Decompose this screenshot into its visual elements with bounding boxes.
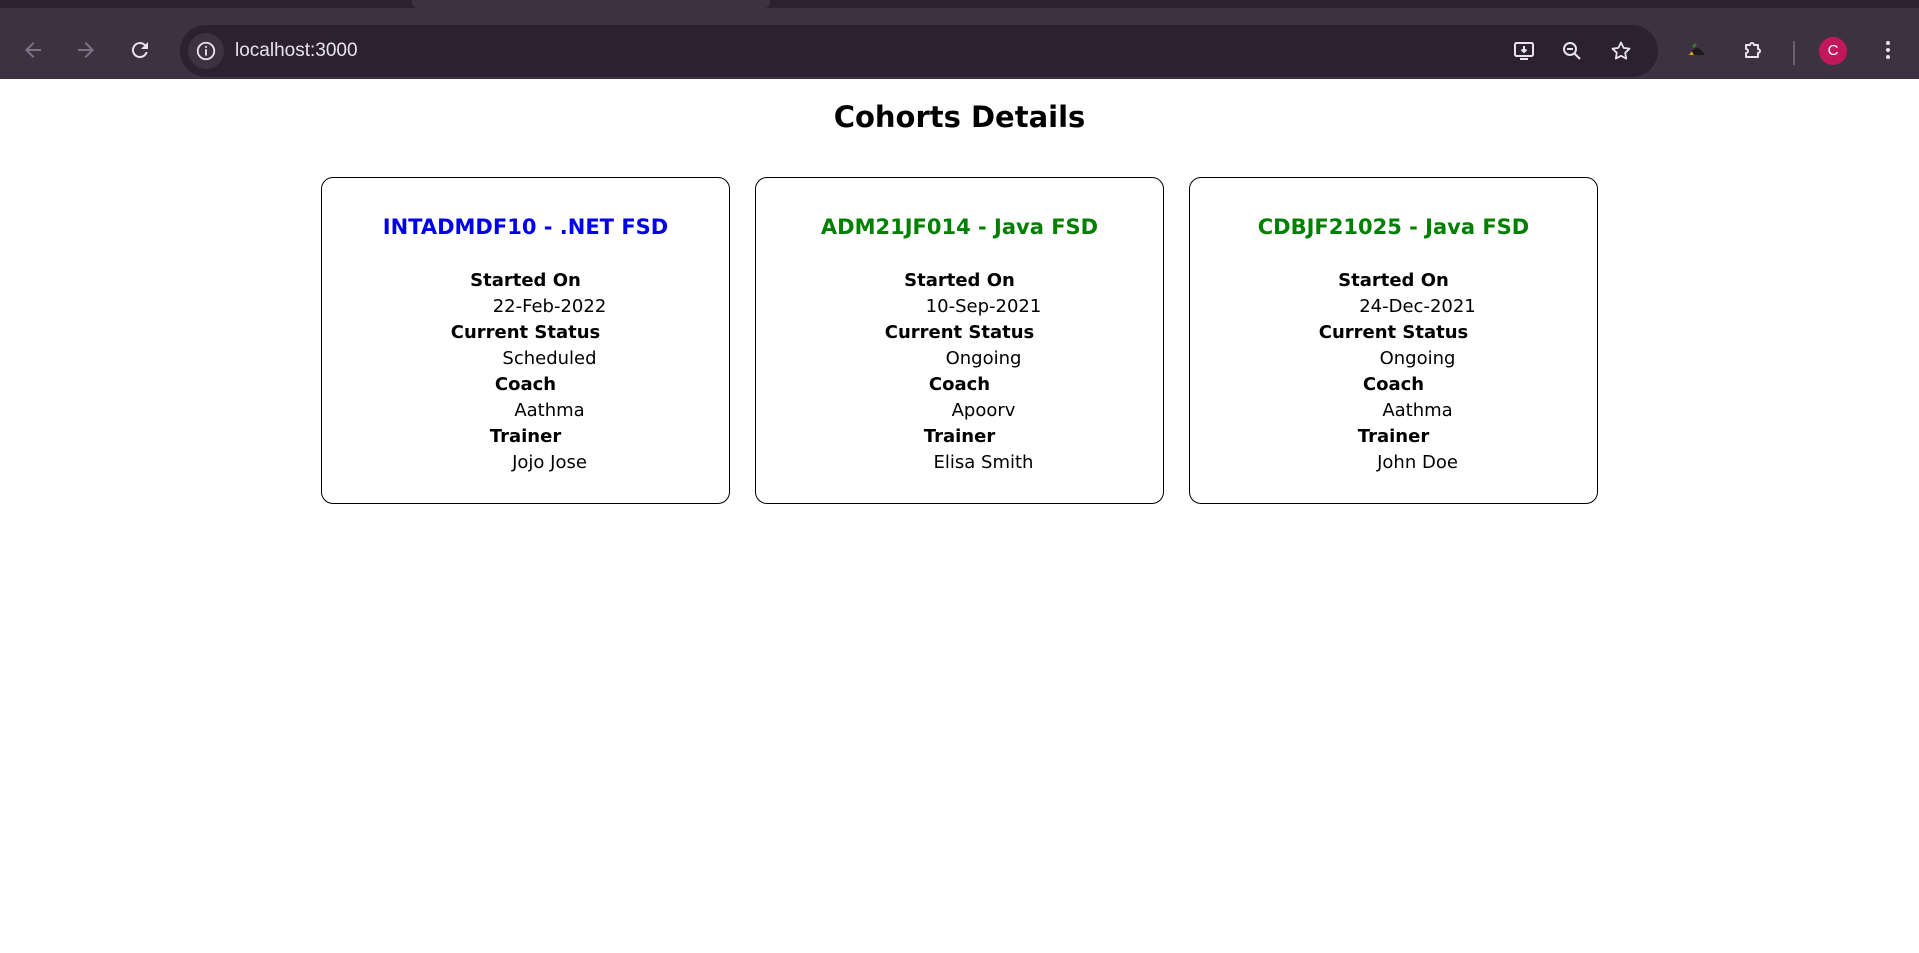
current-status-value: Scheduled <box>502 348 597 369</box>
cohort-card: ADM21JF014 - Java FSD Started On 10-Sep-… <box>755 177 1164 504</box>
extension-icon[interactable] <box>1677 30 1717 70</box>
url-text[interactable]: localhost:3000 <box>235 25 358 77</box>
browser-toolbar: localhost:3000 C <box>0 8 1919 79</box>
trainer-label: Trainer <box>489 426 562 447</box>
trainer-value: Jojo Jose <box>512 452 587 473</box>
coach-value: Aathma <box>514 400 585 421</box>
cohort-technology: Java FSD <box>1425 215 1530 239</box>
page-title: Cohorts Details <box>833 100 1086 134</box>
extensions-puzzle-icon[interactable] <box>1733 30 1773 70</box>
cohort-title: INTADMDF10 - .NET FSD <box>322 215 729 239</box>
started-on-value: 22-Feb-2022 <box>492 296 607 317</box>
cohort-card: CDBJF21025 - Java FSD Started On 24-Dec-… <box>1189 177 1598 504</box>
profile-avatar[interactable]: C <box>1819 37 1847 65</box>
toolbar-divider <box>1793 41 1795 65</box>
install-app-icon[interactable] <box>1506 33 1542 69</box>
cohort-details: Started On 22-Feb-2022 Current Status Sc… <box>322 268 729 476</box>
started-on-value: 10-Sep-2021 <box>925 296 1042 317</box>
trainer-label: Trainer <box>923 426 996 447</box>
cohort-details: Started On 24-Dec-2021 Current Status On… <box>1190 268 1597 476</box>
menu-kebab-icon[interactable] <box>1868 30 1908 70</box>
coach-value: Apoorv <box>951 400 1016 421</box>
started-on-value: 24-Dec-2021 <box>1359 296 1476 317</box>
cohort-technology: .NET FSD <box>559 215 669 239</box>
cohort-title: CDBJF21025 - Java FSD <box>1190 215 1597 239</box>
title-separator: - <box>536 215 560 239</box>
bookmark-star-icon[interactable] <box>1603 33 1639 69</box>
site-info-icon[interactable] <box>188 33 224 69</box>
forward-arrow-icon[interactable] <box>66 30 106 70</box>
back-arrow-icon[interactable] <box>13 30 53 70</box>
current-status-value: Ongoing <box>1379 348 1456 369</box>
title-separator: - <box>970 215 995 239</box>
current-status-label: Current Status <box>450 322 601 343</box>
zoom-out-icon[interactable] <box>1554 33 1590 69</box>
cohort-code: ADM21JF014 <box>820 215 971 239</box>
cohort-code: INTADMDF10 <box>382 215 537 239</box>
current-status-value: Ongoing <box>945 348 1022 369</box>
trainer-label: Trainer <box>1357 426 1430 447</box>
coach-label: Coach <box>494 374 557 395</box>
trainer-value: John Doe <box>1377 452 1458 473</box>
active-tab[interactable] <box>412 0 770 8</box>
address-bar[interactable]: localhost:3000 <box>180 25 1658 77</box>
cohort-card: INTADMDF10 - .NET FSD Started On 22-Feb-… <box>321 177 730 504</box>
coach-label: Coach <box>1362 374 1425 395</box>
reload-icon[interactable] <box>120 30 160 70</box>
cohort-technology: Java FSD <box>994 215 1099 239</box>
title-separator: - <box>1401 215 1426 239</box>
cohort-title: ADM21JF014 - Java FSD <box>756 215 1163 239</box>
trainer-value: Elisa Smith <box>933 452 1034 473</box>
coach-value: Aathma <box>1382 400 1453 421</box>
cohort-code: CDBJF21025 <box>1257 215 1402 239</box>
current-status-label: Current Status <box>1318 322 1469 343</box>
current-status-label: Current Status <box>884 322 1035 343</box>
tab-strip <box>0 0 1919 8</box>
cohort-details: Started On 10-Sep-2021 Current Status On… <box>756 268 1163 476</box>
started-on-label: Started On <box>470 270 581 291</box>
started-on-label: Started On <box>1338 270 1449 291</box>
coach-label: Coach <box>928 374 991 395</box>
started-on-label: Started On <box>904 270 1015 291</box>
